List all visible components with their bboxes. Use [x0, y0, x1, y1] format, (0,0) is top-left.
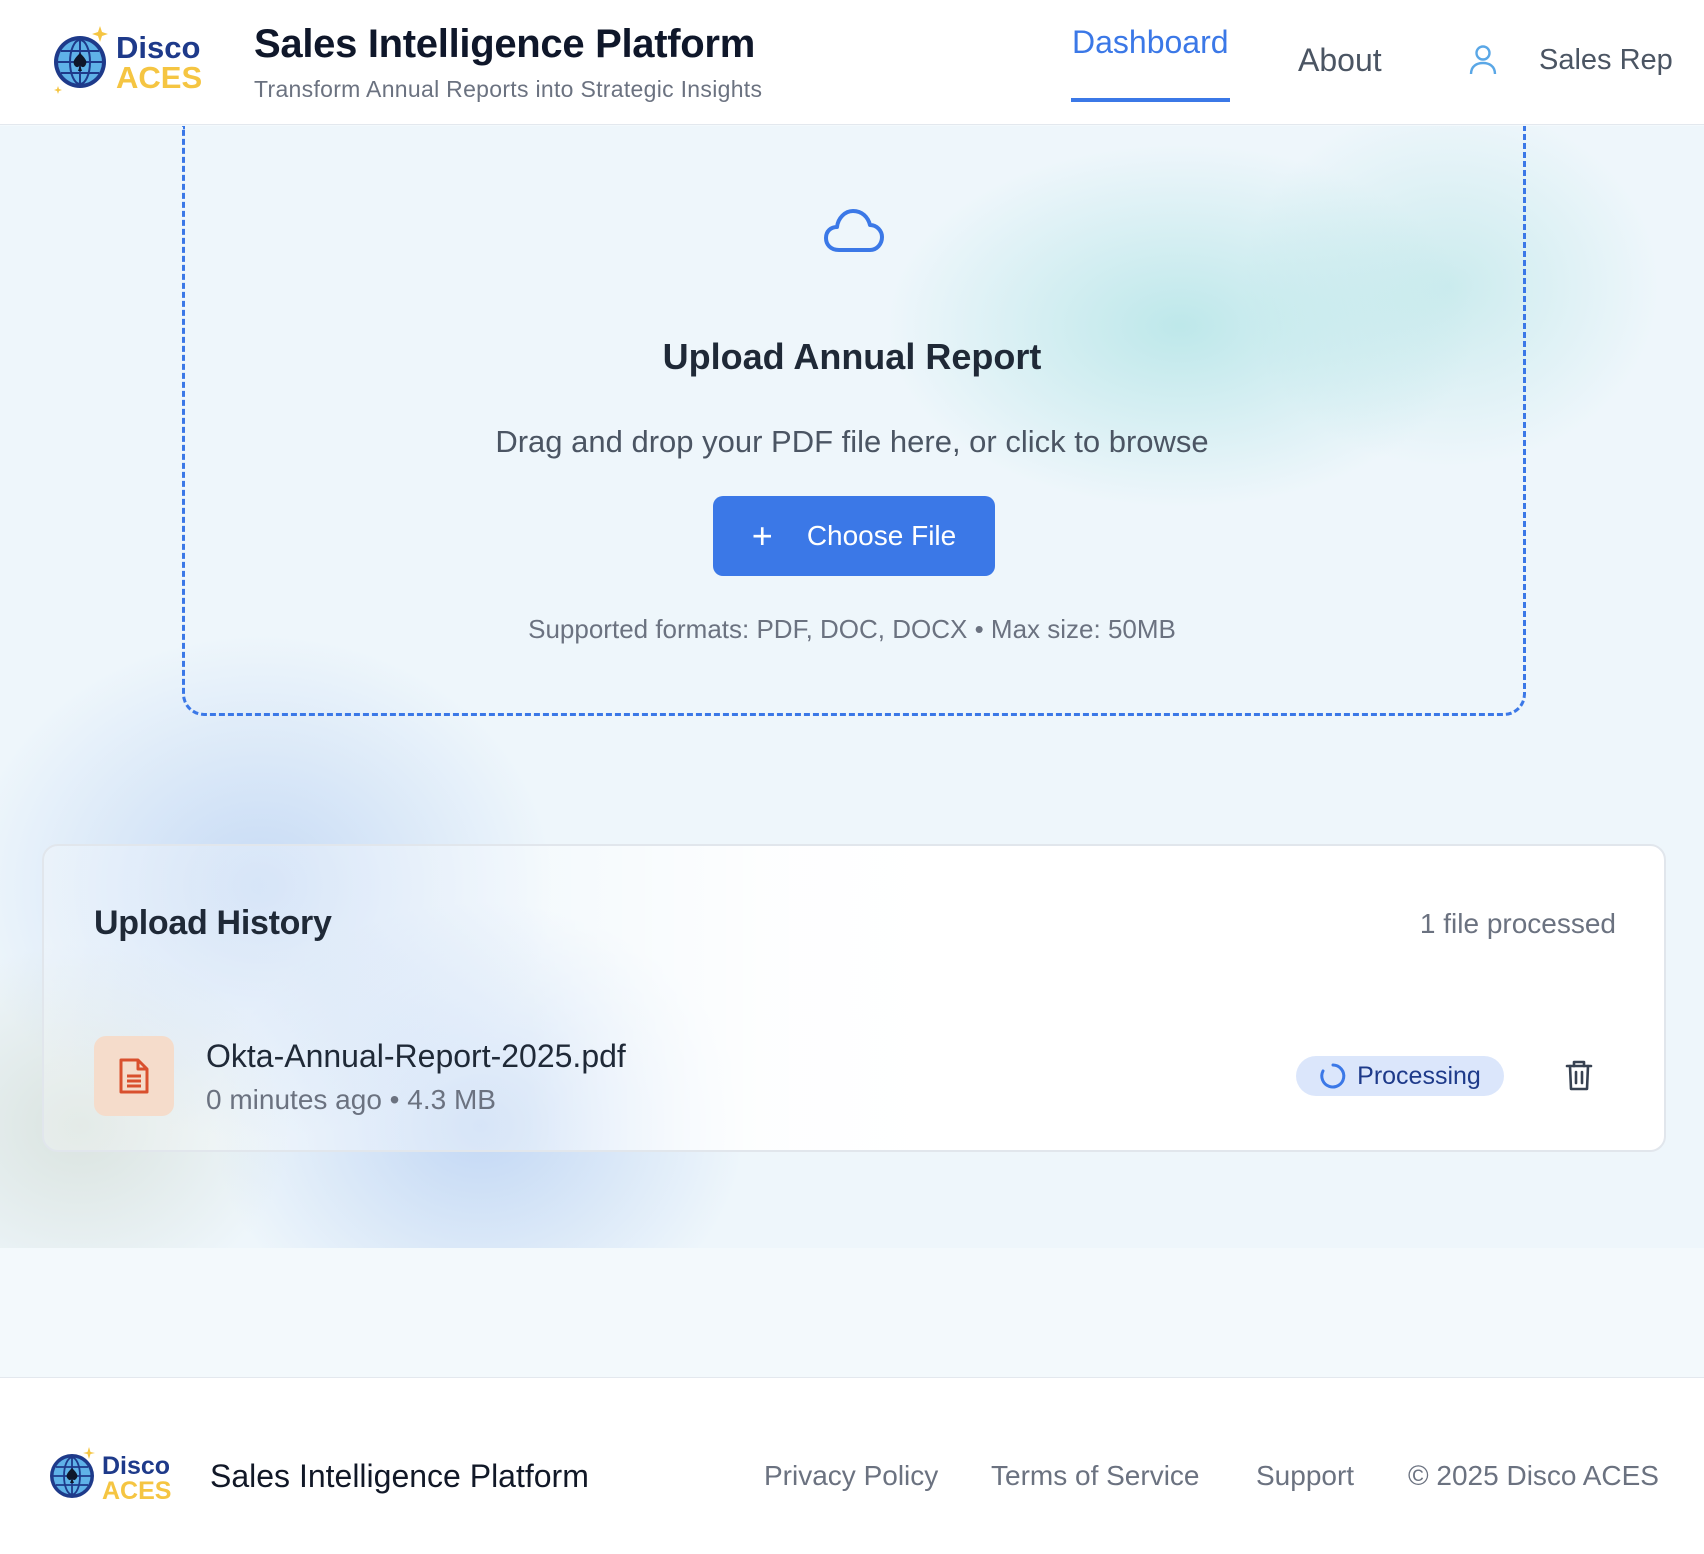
upload-history-title: Upload History: [94, 904, 332, 942]
copyright-text: © 2025 Disco ACES: [1408, 1460, 1659, 1491]
svg-text:ACES: ACES: [116, 60, 202, 95]
footer-title: Sales Intelligence Platform: [210, 1458, 589, 1494]
status-label: Processing: [1357, 1061, 1481, 1090]
nav-dashboard-tab[interactable]: Dashboard: [1071, 24, 1230, 102]
spinner-icon: [1320, 1063, 1346, 1089]
file-name[interactable]: Okta-Annual-Report-2025.pdf: [206, 1038, 626, 1075]
app-title: Sales Intelligence Platform: [254, 22, 755, 66]
upload-title: Upload Annual Report: [662, 336, 1042, 377]
svg-text:ACES: ACES: [102, 1477, 171, 1504]
footer-logo[interactable]: Disco ACES: [48, 1444, 178, 1505]
svg-text:Disco: Disco: [102, 1452, 170, 1480]
support-link[interactable]: Support: [1256, 1460, 1354, 1492]
nav-about-tab[interactable]: About: [1298, 42, 1382, 79]
top-header: Disco ACES Sales Intelligence Platform T…: [0, 0, 1704, 125]
user-role-label[interactable]: Sales Rep: [1539, 44, 1673, 77]
app-subtitle: Transform Annual Reports into Strategic …: [254, 76, 763, 102]
cloud-icon: [823, 206, 885, 256]
upload-description: Drag and drop your PDF file here, or cli…: [495, 424, 1209, 459]
choose-file-button[interactable]: + Choose File: [713, 496, 995, 576]
plus-icon: +: [751, 515, 773, 556]
upload-history-card: Upload History 1 file processed Okta-Ann…: [42, 844, 1666, 1152]
status-badge: Processing: [1296, 1056, 1504, 1096]
supported-formats-text: Supported formats: PDF, DOC, DOCX • Max …: [528, 614, 1176, 644]
terms-of-service-link[interactable]: Terms of Service: [991, 1460, 1200, 1492]
files-processed-count: 1 file processed: [1419, 908, 1616, 939]
choose-file-label: Choose File: [806, 520, 957, 551]
file-meta: 0 minutes ago • 4.3 MB: [206, 1084, 496, 1115]
trash-icon[interactable]: [1564, 1058, 1594, 1092]
user-icon[interactable]: [1469, 44, 1497, 76]
privacy-policy-link[interactable]: Privacy Policy: [764, 1460, 938, 1492]
document-icon: [94, 1036, 174, 1116]
page-footer: Disco ACES Sales Intelligence Platform P…: [0, 1377, 1704, 1554]
disco-aces-logo[interactable]: Disco ACES: [50, 22, 212, 96]
